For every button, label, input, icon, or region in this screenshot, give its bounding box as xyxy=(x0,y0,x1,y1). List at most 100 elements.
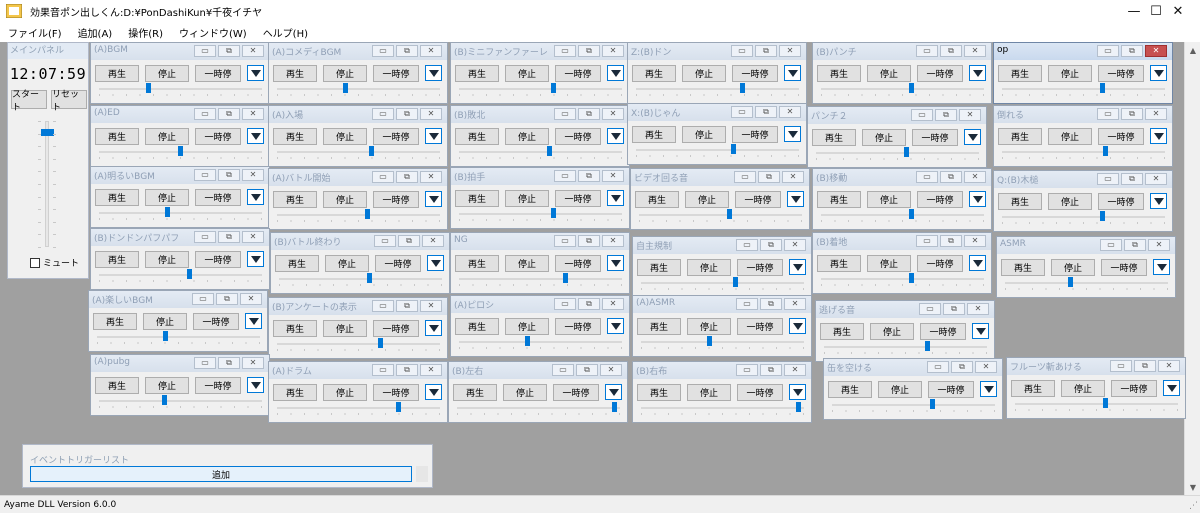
pause-button[interactable]: 一時停 xyxy=(195,377,241,394)
player-volume-thumb[interactable] xyxy=(550,208,556,218)
player-restore-icon[interactable]: ⧉ xyxy=(396,45,418,57)
player-volume-thumb[interactable] xyxy=(162,395,168,405)
player-volume-thumb[interactable] xyxy=(547,146,553,156)
player-title-bar[interactable]: (B)左右 ▭ ⧉ ✕ xyxy=(449,362,627,379)
player-restore-icon[interactable]: ⧉ xyxy=(396,364,418,376)
player-close-icon[interactable]: ✕ xyxy=(420,45,442,57)
pause-button[interactable]: 一時停 xyxy=(928,381,974,398)
player-restore-icon[interactable]: ⧉ xyxy=(935,109,957,121)
player-volume-track[interactable] xyxy=(459,278,622,280)
stop-button[interactable]: 停止 xyxy=(1051,259,1095,276)
stop-button[interactable]: 停止 xyxy=(505,318,549,335)
options-dropdown[interactable] xyxy=(607,190,624,206)
player-minimize-icon[interactable]: ▭ xyxy=(916,171,938,183)
player-restore-icon[interactable]: ⧉ xyxy=(578,170,600,182)
player-volume-track[interactable] xyxy=(641,341,804,343)
player-close-icon[interactable]: ✕ xyxy=(784,298,806,310)
player-volume-track[interactable] xyxy=(821,88,984,90)
options-dropdown[interactable] xyxy=(607,128,624,144)
player-restore-icon[interactable]: ⧉ xyxy=(940,171,962,183)
player-title-bar[interactable]: (B)拍手 ▭ ⧉ ✕ xyxy=(451,168,629,185)
stop-button[interactable]: 停止 xyxy=(505,255,549,272)
options-dropdown[interactable] xyxy=(1150,128,1167,144)
stop-button[interactable]: 停止 xyxy=(323,320,367,337)
player-minimize-icon[interactable]: ▭ xyxy=(919,303,941,315)
player-volume-thumb[interactable] xyxy=(909,209,915,219)
play-button[interactable]: 再生 xyxy=(1011,380,1055,397)
player-volume-track[interactable] xyxy=(821,214,984,216)
options-dropdown[interactable] xyxy=(605,384,622,400)
stop-button[interactable]: 停止 xyxy=(145,251,189,268)
player-volume-track[interactable] xyxy=(97,336,260,338)
event-list-scrollbar[interactable] xyxy=(416,466,428,482)
player-close-icon[interactable]: ✕ xyxy=(600,364,622,376)
player-minimize-icon[interactable]: ▭ xyxy=(554,235,576,247)
pause-button[interactable]: 一時停 xyxy=(912,129,958,146)
player-volume-thumb[interactable] xyxy=(909,83,915,93)
player-minimize-icon[interactable]: ▭ xyxy=(372,300,394,312)
player-minimize-icon[interactable]: ▭ xyxy=(372,108,394,120)
pause-button[interactable]: 一時停 xyxy=(375,255,421,272)
player-volume-track[interactable] xyxy=(1002,216,1165,218)
menu-add[interactable]: 追加(A) xyxy=(70,25,121,40)
play-button[interactable]: 再生 xyxy=(455,190,499,207)
player-minimize-icon[interactable]: ▭ xyxy=(731,45,753,57)
player-close-icon[interactable]: ✕ xyxy=(784,239,806,251)
player-close-icon[interactable]: ✕ xyxy=(602,108,624,120)
player-minimize-icon[interactable]: ▭ xyxy=(911,109,933,121)
player-restore-icon[interactable]: ⧉ xyxy=(758,171,780,183)
player-restore-icon[interactable]: ⧉ xyxy=(576,364,598,376)
player-volume-thumb[interactable] xyxy=(163,331,169,341)
player-close-icon[interactable]: ✕ xyxy=(422,235,444,247)
player-volume-track[interactable] xyxy=(641,282,804,284)
close-button[interactable]: ✕ xyxy=(1156,0,1200,22)
play-button[interactable]: 再生 xyxy=(95,65,139,82)
pause-button[interactable]: 一時停 xyxy=(732,65,778,82)
stop-button[interactable]: 停止 xyxy=(323,384,367,401)
player-close-icon[interactable]: ✕ xyxy=(420,108,442,120)
player-volume-thumb[interactable] xyxy=(187,269,193,279)
player-restore-icon[interactable]: ⧉ xyxy=(396,171,418,183)
player-title-bar[interactable]: (B)ミニファンファーレ ▭ ⧉ ✕ xyxy=(451,43,629,60)
play-button[interactable]: 再生 xyxy=(95,251,139,268)
options-dropdown[interactable] xyxy=(607,255,624,271)
player-restore-icon[interactable]: ⧉ xyxy=(218,357,240,369)
player-title-bar[interactable]: op ▭ ⧉ ✕ xyxy=(994,43,1172,60)
player-minimize-icon[interactable]: ▭ xyxy=(731,106,753,118)
player-minimize-icon[interactable]: ▭ xyxy=(916,45,938,57)
master-volume-track[interactable] xyxy=(45,121,49,247)
player-volume-thumb[interactable] xyxy=(929,399,935,409)
pause-button[interactable]: 一時停 xyxy=(193,313,239,330)
stop-button[interactable]: 停止 xyxy=(505,190,549,207)
play-button[interactable]: 再生 xyxy=(455,318,499,335)
player-title-bar[interactable]: Q:(B)木槌 ▭ ⧉ ✕ xyxy=(994,171,1172,188)
play-button[interactable]: 再生 xyxy=(817,65,861,82)
play-button[interactable]: 再生 xyxy=(632,126,676,143)
player-close-icon[interactable]: ✕ xyxy=(1158,360,1180,372)
player-volume-thumb[interactable] xyxy=(395,402,401,412)
player-volume-thumb[interactable] xyxy=(1103,398,1109,408)
options-dropdown[interactable] xyxy=(969,65,986,81)
stop-button[interactable]: 停止 xyxy=(143,313,187,330)
player-minimize-icon[interactable]: ▭ xyxy=(372,45,394,57)
options-dropdown[interactable] xyxy=(787,191,804,207)
player-close-icon[interactable]: ✕ xyxy=(602,298,624,310)
player-volume-track[interactable] xyxy=(636,149,799,151)
player-volume-track[interactable] xyxy=(641,407,804,409)
mute-checkbox-box[interactable] xyxy=(30,257,40,268)
player-restore-icon[interactable]: ⧉ xyxy=(396,300,418,312)
player-restore-icon[interactable]: ⧉ xyxy=(951,361,973,373)
play-button[interactable]: 再生 xyxy=(998,128,1042,145)
pause-button[interactable]: 一時停 xyxy=(555,190,601,207)
play-button[interactable]: 再生 xyxy=(455,255,499,272)
player-title-bar[interactable]: (B)着地 ▭ ⧉ ✕ xyxy=(813,233,991,250)
player-minimize-icon[interactable]: ▭ xyxy=(552,364,574,376)
player-title-bar[interactable]: (A)ASMR ▭ ⧉ ✕ xyxy=(633,296,811,313)
player-volume-thumb[interactable] xyxy=(1068,277,1074,287)
player-title-bar[interactable]: ASMR ▭ ⧉ ✕ xyxy=(997,237,1175,254)
player-restore-icon[interactable]: ⧉ xyxy=(578,45,600,57)
player-volume-track[interactable] xyxy=(459,213,622,215)
player-volume-thumb[interactable] xyxy=(707,336,713,346)
player-minimize-icon[interactable]: ▭ xyxy=(736,239,758,251)
pause-button[interactable]: 一時停 xyxy=(1111,380,1157,397)
